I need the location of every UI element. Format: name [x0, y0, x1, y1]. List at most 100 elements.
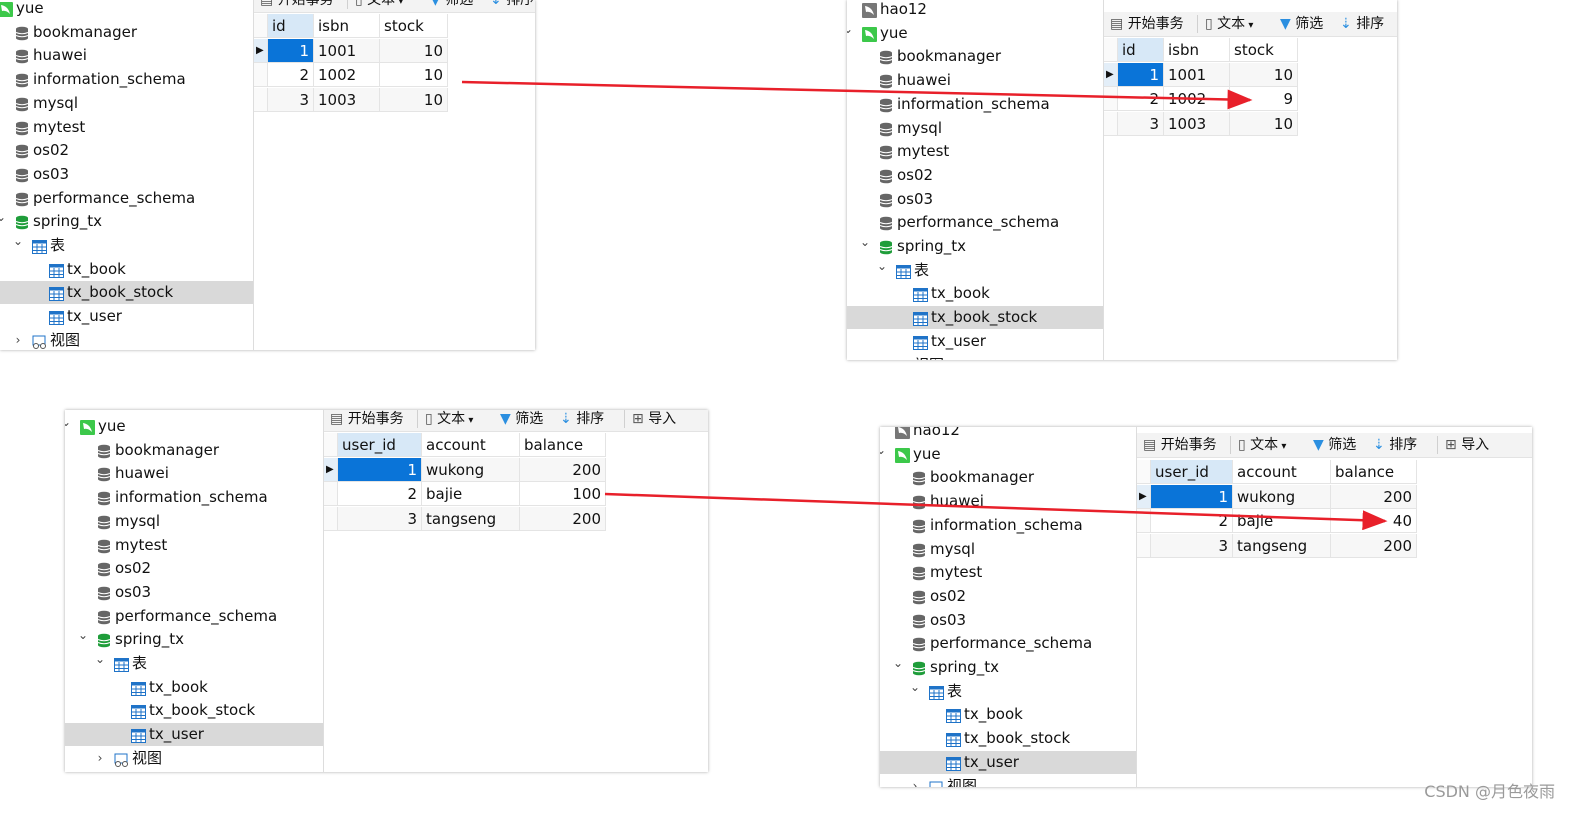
tree-item-os03[interactable]: os03 [0, 163, 253, 186]
tree-item-os02[interactable]: os02 [880, 585, 1136, 608]
tree-item-tx_user[interactable]: tx_user [847, 330, 1103, 353]
column-header-account[interactable]: account [422, 433, 520, 457]
tree-item-information_schema[interactable]: information_schema [65, 486, 323, 509]
table-cell[interactable]: 200 [1331, 534, 1417, 559]
tree-item-information_schema[interactable]: information_schema [880, 514, 1136, 537]
tree-item-spring_tx[interactable]: ⌄spring_tx [0, 210, 253, 233]
chevron-right-icon[interactable]: › [909, 775, 921, 788]
filter-button[interactable]: ▼ 筛选 [1280, 12, 1323, 36]
table-cell[interactable]: wukong [1233, 484, 1331, 509]
tree-item-tx_user[interactable]: tx_user [880, 750, 1136, 774]
table-cell[interactable]: 9 [1230, 87, 1298, 112]
tree-item-tx_book[interactable]: tx_book [0, 258, 253, 281]
table-cell[interactable]: 3 [1151, 534, 1233, 559]
text-view-button[interactable]: ▯ 文本 ▾ [425, 410, 473, 431]
text-view-button[interactable]: ▯ 文本 ▾ [1205, 12, 1253, 36]
table-cell[interactable]: 1003 [1164, 112, 1230, 137]
tree-item-yue[interactable]: ⌄yue [0, 0, 253, 20]
row-indicator[interactable]: ▶ [1137, 484, 1151, 509]
table-cell[interactable]: 10 [380, 88, 448, 113]
column-header-user_id[interactable]: user_id [1151, 460, 1233, 484]
table-cell[interactable]: 3 [268, 88, 314, 113]
row-indicator[interactable]: ▶ [1104, 62, 1118, 87]
tree-item-tables[interactable]: ⌄ 表 [847, 259, 1103, 282]
table-cell[interactable]: 3 [338, 507, 422, 532]
table-cell[interactable]: 10 [380, 63, 448, 88]
tree-item-os02[interactable]: os02 [65, 557, 323, 580]
tree-item-bookmanager[interactable]: bookmanager [0, 21, 253, 44]
column-header-user_id[interactable]: user_id [338, 433, 422, 457]
table-cell[interactable]: bajie [1233, 509, 1331, 534]
column-header-account[interactable]: account [1233, 460, 1331, 484]
dropdown-caret-icon[interactable]: ▾ [1278, 441, 1286, 452]
tree-item-os03[interactable]: os03 [847, 188, 1103, 211]
sort-button[interactable]: ⇣ 排序 [490, 0, 534, 12]
filter-button[interactable]: ▼ 筛选 [1313, 433, 1356, 457]
tree-item-bookmanager[interactable]: bookmanager [847, 45, 1103, 68]
tree-item-tx_book[interactable]: tx_book [65, 676, 323, 699]
table-cell[interactable]: wukong [422, 457, 520, 482]
row-indicator[interactable] [1104, 112, 1118, 137]
table-cell[interactable]: 1002 [314, 63, 380, 88]
column-header-balance[interactable]: balance [520, 433, 606, 457]
tree-item-performance_schema[interactable]: performance_schema [65, 605, 323, 628]
import-button[interactable]: ⊞ 导入 [1445, 433, 1489, 457]
chevron-down-icon[interactable]: ⌄ [909, 676, 921, 699]
tree-item-os03[interactable]: os03 [65, 581, 323, 604]
table-cell[interactable]: 1002 [1164, 87, 1230, 112]
table-cell[interactable]: 200 [1331, 484, 1417, 509]
table-cell[interactable]: bajie [422, 482, 520, 507]
tree-item-views[interactable]: › 视图 [65, 747, 323, 770]
tree-item-views[interactable]: › 视图 [0, 329, 253, 350]
begin-transaction-button[interactable]: ▤ 开始事务 [330, 410, 404, 431]
column-header-id[interactable]: id [268, 14, 314, 38]
tree-item-tables[interactable]: ⌄ 表 [65, 652, 323, 675]
column-header-stock[interactable]: stock [1230, 38, 1298, 62]
tree-item-bookmanager[interactable]: bookmanager [880, 466, 1136, 489]
row-indicator[interactable] [324, 507, 338, 532]
chevron-right-icon[interactable]: › [876, 354, 888, 361]
chevron-down-icon[interactable]: ⌄ [77, 624, 89, 647]
row-indicator[interactable] [254, 88, 268, 113]
dropdown-caret-icon[interactable]: ▾ [1245, 20, 1253, 31]
tree-item-os02[interactable]: os02 [847, 164, 1103, 187]
text-view-button[interactable]: ▯ 文本 ▾ [1238, 433, 1286, 457]
table-cell[interactable]: 2 [1118, 87, 1164, 112]
table-cell[interactable]: 2 [268, 63, 314, 88]
table-cell[interactable]: 1001 [1164, 62, 1230, 87]
tree-item-information_schema[interactable]: information_schema [0, 68, 253, 91]
tree-item-mytest[interactable]: mytest [65, 534, 323, 557]
sort-button[interactable]: ⇣ 排序 [1340, 12, 1384, 36]
row-indicator[interactable] [1137, 509, 1151, 534]
chevron-right-icon[interactable]: › [94, 747, 106, 770]
column-header-isbn[interactable]: isbn [1164, 38, 1230, 62]
table-cell[interactable]: 1 [1118, 62, 1164, 87]
chevron-down-icon[interactable]: ⌄ [880, 439, 887, 462]
tree-item-tables[interactable]: ⌄ 表 [0, 234, 253, 257]
tree-item-bookmanager[interactable]: bookmanager [65, 439, 323, 462]
import-button[interactable]: ⊞ 导入 [632, 410, 676, 431]
chevron-down-icon[interactable]: ⌄ [876, 255, 888, 278]
tree-item-views[interactable]: › 视图 [880, 775, 1136, 788]
row-indicator[interactable]: ▶ [324, 457, 338, 482]
tree-item-yue[interactable]: ⌄yue [65, 415, 323, 438]
table-cell[interactable]: 1003 [314, 88, 380, 113]
row-indicator[interactable] [254, 63, 268, 88]
filter-button[interactable]: ▼ 筛选 [430, 0, 473, 12]
dropdown-caret-icon[interactable]: ▾ [395, 0, 403, 7]
table-cell[interactable]: 3 [1118, 112, 1164, 137]
table-cell[interactable]: 10 [1230, 112, 1298, 137]
table-cell[interactable]: 10 [1230, 62, 1298, 87]
tree-item-tx_user[interactable]: tx_user [0, 305, 253, 328]
column-header-isbn[interactable]: isbn [314, 14, 380, 38]
tree-item-hao12[interactable]: hao12 [880, 427, 1136, 442]
tree-item-mysql[interactable]: mysql [847, 117, 1103, 140]
table-cell[interactable]: 100 [520, 482, 606, 507]
tree-item-mytest[interactable]: mytest [847, 140, 1103, 163]
begin-transaction-button[interactable]: ▤ 开始事务 [260, 0, 334, 12]
tree-item-views[interactable]: › 视图 [847, 354, 1103, 361]
tree-item-yue[interactable]: ⌄yue [847, 22, 1103, 45]
tree-item-tx_book_stock[interactable]: tx_book_stock [65, 699, 323, 722]
tree-item-information_schema[interactable]: information_schema [847, 93, 1103, 116]
sort-button[interactable]: ⇣ 排序 [560, 410, 604, 431]
